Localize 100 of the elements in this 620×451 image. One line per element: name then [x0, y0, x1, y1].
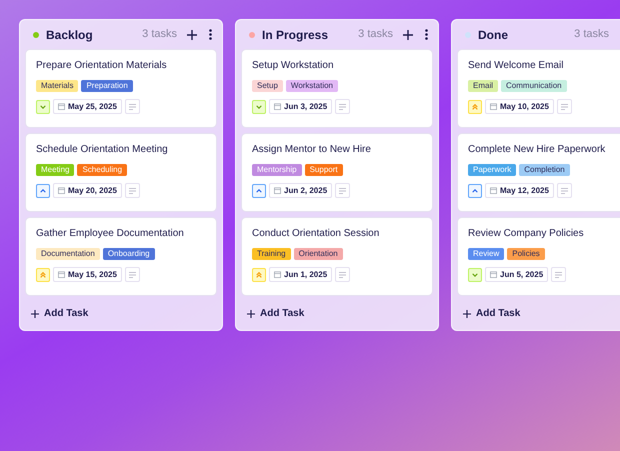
task-card[interactable]: Schedule Orientation Meeting Meeting Scheduling May 20, 2025	[25, 133, 217, 212]
add-icon[interactable]	[185, 28, 199, 42]
task-card[interactable]: Send Welcome Email Email Communication May 10, 2025	[457, 49, 620, 128]
add-task-button[interactable]: Add Task	[463, 306, 620, 321]
description-button[interactable]	[335, 267, 350, 282]
description-button[interactable]	[556, 183, 572, 198]
due-date: May 10, 2025	[500, 100, 549, 112]
task-card[interactable]: Gather Employee Documentation Documentation Onboarding May 15, 2025	[25, 217, 217, 296]
description-button[interactable]	[124, 99, 140, 114]
task-title: Schedule Orientation Meeting	[36, 143, 169, 157]
tag-label: Setup	[252, 80, 283, 92]
double-chevron-up-icon	[471, 102, 479, 110]
due-date: Jun 5, 2025	[500, 268, 544, 280]
due-date-chip[interactable]: Jun 2, 2025	[269, 183, 332, 198]
tag-label: Training	[252, 248, 291, 260]
lines-icon	[128, 272, 136, 278]
description-button[interactable]	[556, 99, 572, 114]
task-card[interactable]: Prepare Orientation Materials Materials Preparation May 25, 2025	[25, 49, 217, 128]
priority-indicator[interactable]	[36, 184, 50, 198]
task-title: Gather Employee Documentation	[36, 227, 185, 241]
calendar-icon	[490, 103, 497, 110]
task-title: Send Welcome Email	[468, 59, 564, 73]
task-title: Complete New Hire Paperwork	[468, 143, 606, 157]
add-task-button[interactable]: Add Task	[31, 306, 217, 321]
due-date: May 12, 2025	[500, 184, 549, 196]
task-count: 3 tasks	[574, 27, 609, 42]
description-button[interactable]	[335, 183, 350, 198]
due-date-chip[interactable]: May 20, 2025	[53, 183, 122, 198]
calendar-icon	[490, 187, 497, 194]
description-button[interactable]	[124, 183, 140, 198]
double-chevron-up-icon	[39, 270, 47, 278]
due-date: Jun 3, 2025	[284, 100, 328, 112]
due-date-chip[interactable]: Jun 3, 2025	[269, 99, 332, 114]
lines-icon	[560, 104, 568, 110]
tag-label: Mentorship	[252, 164, 302, 176]
tag-label: Communication	[501, 80, 567, 92]
due-date-chip[interactable]: May 15, 2025	[53, 267, 122, 282]
due-date-chip[interactable]: Jun 1, 2025	[269, 267, 332, 282]
column-title: Done	[478, 26, 508, 44]
tag-label: Support	[304, 164, 343, 176]
due-date: Jun 2, 2025	[284, 184, 328, 196]
task-title: Setup Workstation	[252, 59, 335, 73]
description-button[interactable]	[335, 99, 350, 114]
tag-label: Paperwork	[468, 164, 516, 176]
calendar-icon	[58, 271, 65, 278]
column-title: Backlog	[46, 26, 93, 44]
tag-label: Policies	[507, 248, 545, 260]
chevron-down-icon	[471, 270, 479, 278]
due-date-chip[interactable]: May 10, 2025	[485, 99, 554, 114]
add-icon[interactable]	[401, 28, 415, 42]
chevron-up-icon	[255, 186, 263, 194]
task-count: 3 tasks	[358, 27, 393, 42]
tag-label: Preparation	[81, 80, 133, 92]
calendar-icon	[58, 187, 65, 194]
tag-label: Documentation	[36, 248, 100, 260]
description-button[interactable]	[551, 267, 566, 282]
lines-icon	[555, 272, 562, 278]
calendar-icon	[274, 187, 281, 194]
due-date: May 20, 2025	[68, 184, 117, 196]
tag-label: Onboarding	[102, 248, 155, 260]
add-task-button[interactable]: Add Task	[247, 306, 433, 321]
due-date-chip[interactable]: May 12, 2025	[485, 183, 554, 198]
tag-label: Orientation	[294, 248, 343, 260]
due-date: Jun 1, 2025	[284, 268, 328, 280]
plus-icon	[463, 310, 471, 318]
plus-icon	[31, 310, 39, 318]
tag-label: Completion	[519, 164, 570, 176]
calendar-icon	[58, 103, 65, 110]
lines-icon	[339, 188, 346, 194]
chevron-up-icon	[471, 186, 479, 194]
lines-icon	[560, 188, 568, 194]
lines-icon	[339, 104, 346, 110]
calendar-icon	[490, 271, 497, 278]
due-date: May 15, 2025	[68, 268, 117, 280]
task-title: Review Company Policies	[468, 227, 585, 241]
tag-label: Meeting	[36, 164, 74, 176]
task-title: Prepare Orientation Materials	[36, 59, 168, 73]
priority-indicator[interactable]	[468, 184, 482, 198]
tag-label: Email	[468, 80, 498, 92]
due-date: May 25, 2025	[68, 100, 117, 112]
due-date-chip[interactable]: Jun 5, 2025	[485, 267, 548, 282]
task-card[interactable]: Conduct Orientation Session Training Orientation Jun 1, 2025	[241, 217, 433, 296]
lines-icon	[128, 188, 136, 194]
task-card[interactable]: Complete New Hire Paperwork Paperwork Completion May 12, 2025	[457, 133, 620, 212]
task-card[interactable]: Assign Mentor to New Hire Mentorship Support Jun 2, 2025	[241, 133, 433, 212]
description-button[interactable]	[124, 267, 140, 282]
tag-label: Scheduling	[77, 164, 128, 176]
task-title: Conduct Orientation Session	[252, 227, 380, 241]
tag-label: Workstation	[286, 80, 338, 92]
column-title: In Progress	[262, 26, 328, 44]
priority-indicator[interactable]	[252, 184, 266, 198]
tag-label: Materials	[36, 80, 78, 92]
calendar-icon	[274, 271, 281, 278]
calendar-icon	[274, 103, 281, 110]
task-card[interactable]: Setup Workstation Setup Workstation Jun 3, 2025	[241, 49, 433, 128]
task-card[interactable]: Review Company Policies Review Policies Jun 5, 2025	[457, 217, 620, 296]
chevron-down-icon	[255, 102, 263, 110]
double-chevron-up-icon	[255, 270, 263, 278]
due-date-chip[interactable]: May 25, 2025	[53, 99, 122, 114]
lines-icon	[339, 272, 346, 278]
